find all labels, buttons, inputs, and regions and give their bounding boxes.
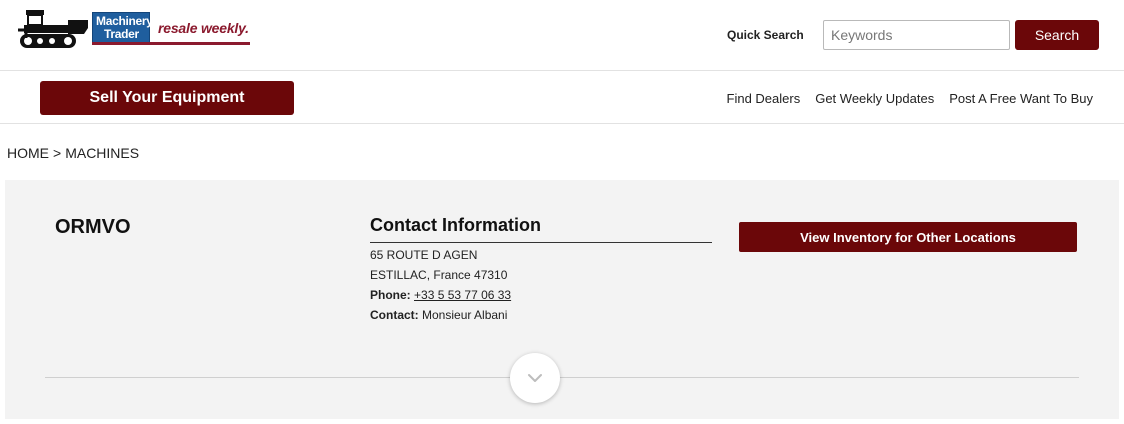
breadcrumb: HOME > MACHINES [7,145,139,161]
contact-label: Contact: [370,308,419,322]
nav-bar: Sell Your Equipment Find Dealers Get Wee… [0,71,1124,124]
sell-equipment-button[interactable]: Sell Your Equipment [40,81,294,115]
view-inventory-button[interactable]: View Inventory for Other Locations [739,222,1077,252]
contact-information: Contact Information 65 ROUTE D AGEN ESTI… [370,215,712,322]
contact-name: Monsieur Albani [422,308,508,322]
nav-link-want-to-buy[interactable]: Post A Free Want To Buy [949,91,1093,106]
breadcrumb-home[interactable]: HOME [7,145,49,161]
dealer-name: ORMVO [55,216,131,238]
site-logo[interactable]: Machinery Trader resale weekly. [18,8,258,52]
phone-label: Phone: [370,288,411,302]
quick-search-label: Quick Search [727,28,804,42]
breadcrumb-separator: > [53,145,62,161]
chevron-down-icon [528,374,542,382]
search-button[interactable]: Search [1015,20,1099,50]
expand-button[interactable] [510,353,560,403]
contact-heading: Contact Information [370,215,712,243]
logo-wordmark: Machinery Trader [92,12,153,44]
bulldozer-icon [18,10,88,48]
site-header: Machinery Trader resale weekly. Quick Se… [0,0,1124,71]
dealer-panel: ORMVO Contact Information 65 ROUTE D AGE… [5,180,1119,419]
nav-links: Find Dealers Get Weekly Updates Post A F… [712,91,1093,106]
nav-link-weekly-updates[interactable]: Get Weekly Updates [815,91,934,106]
nav-link-find-dealers[interactable]: Find Dealers [727,91,801,106]
phone-row: Phone: +33 5 53 77 06 33 [370,288,712,302]
contact-row: Contact: Monsieur Albani [370,308,712,322]
address-line-2: ESTILLAC, France 47310 [370,268,508,282]
logo-line2: Trader [104,27,139,41]
section-divider [45,377,1079,378]
logo-tagline: resale weekly. [158,20,249,36]
logo-line1: Machinery [96,14,153,28]
phone-link[interactable]: +33 5 53 77 06 33 [414,288,511,302]
breadcrumb-machines[interactable]: MACHINES [65,145,139,161]
logo-underline [92,42,250,45]
search-input[interactable] [823,20,1010,50]
address-line-1: 65 ROUTE D AGEN [370,248,478,262]
